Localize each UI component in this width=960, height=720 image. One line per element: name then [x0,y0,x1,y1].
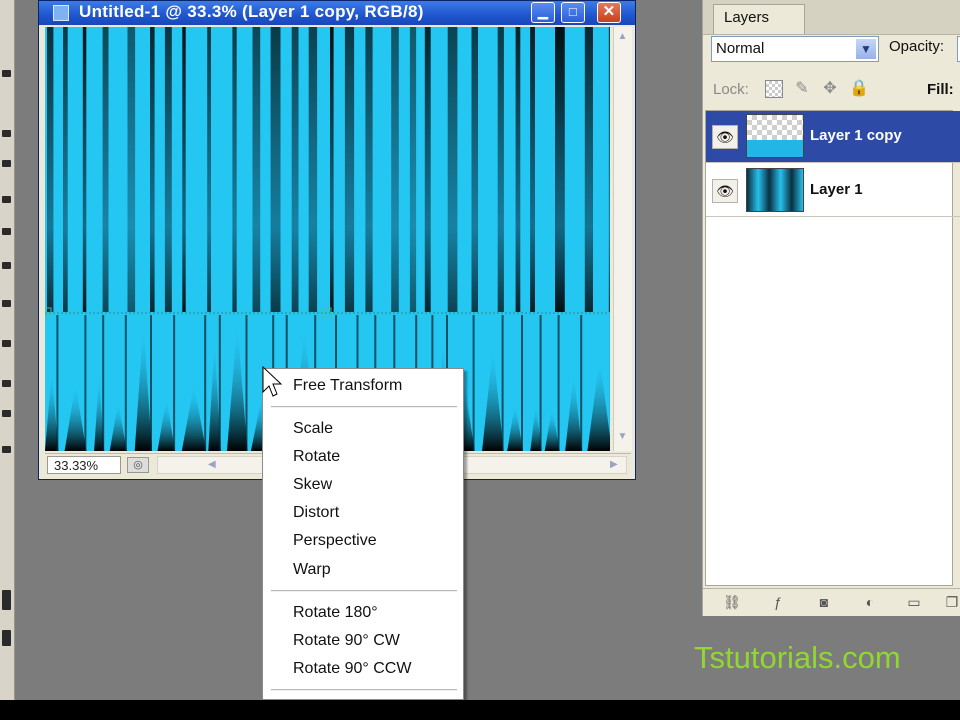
tool-icon[interactable] [2,228,11,235]
tool-icon[interactable] [2,262,11,269]
layers-tabstrip: Layers [703,0,960,35]
lock-paint-icon[interactable]: ✎ [793,80,811,98]
lock-label: Lock: [713,81,749,98]
layer-style-icon[interactable]: ƒ [767,593,789,611]
scroll-right-icon[interactable]: ▶ [610,459,618,470]
maximize-button[interactable]: □ [561,2,585,23]
document-icon [53,5,69,21]
new-layer-icon[interactable]: ❐ [941,593,960,611]
fill-label: Fill: [927,81,954,98]
document-title: Untitled-1 @ 33.3% (Layer 1 copy, RGB/8) [79,2,424,21]
tool-icon[interactable] [2,446,11,453]
layer-name: Layer 1 [810,181,863,198]
lock-row: Lock: ✎ ✥ 🔒 Fill: [703,72,960,106]
tool-icon[interactable] [2,630,11,646]
blend-mode-select[interactable]: Normal ▼ [711,36,879,62]
layers-footer: ⛓ ƒ ◙ ◐ ▭ ❐ [703,588,960,615]
close-button[interactable]: ✕ [597,2,621,23]
scroll-down-icon[interactable]: ▼ [617,431,628,442]
menu-item-scale[interactable]: Scale [265,417,461,441]
menu-item-warp[interactable]: Warp [265,558,461,582]
zoom-field[interactable]: 33.33% [47,456,121,474]
layers-list: 👁 Layer 1 copy 👁 Layer 1 [705,110,960,586]
tool-icon[interactable] [2,130,11,137]
scroll-left-icon[interactable]: ◀ [208,459,216,470]
layer-row-layer-1[interactable]: 👁 Layer 1 [706,165,960,217]
eye-icon[interactable]: 👁 [712,179,738,203]
chevron-down-icon[interactable]: ▼ [855,38,877,60]
menu-item-free-transform[interactable]: Free Transform [265,374,461,398]
blend-mode-value: Normal [716,40,765,57]
layer-thumbnail [746,168,804,212]
lock-move-icon[interactable]: ✥ [821,80,839,98]
vertical-scrollbar[interactable]: ▲ ▼ [613,27,632,451]
tool-icon[interactable] [2,340,11,347]
link-layers-icon[interactable]: ⛓ [721,593,743,611]
adjustment-layer-icon[interactable]: ◐ [859,593,881,611]
lock-all-icon[interactable]: 🔒 [849,80,869,98]
menu-item-perspective[interactable]: Perspective [265,529,461,553]
menu-separator [271,406,457,408]
document-titlebar[interactable]: Untitled-1 @ 33.3% (Layer 1 copy, RGB/8)… [39,1,635,25]
status-menu-icon[interactable]: ◎ [127,457,149,473]
tool-icon[interactable] [2,160,11,167]
tool-icon[interactable] [2,196,11,203]
menu-item-skew[interactable]: Skew [265,473,461,497]
lock-transparent-icon[interactable] [765,80,783,98]
tab-layers[interactable]: Layers [713,4,805,34]
menu-item-rotate-180[interactable]: Rotate 180° [265,601,461,625]
menu-separator [271,590,457,592]
opacity-label: Opacity: [889,38,945,55]
menu-item-distort[interactable]: Distort [265,501,461,525]
toolbox-strip [0,0,15,700]
menu-item-rotate[interactable]: Rotate [265,445,461,469]
tool-icon[interactable] [2,380,11,387]
menu-item-rotate-90-ccw[interactable]: Rotate 90° CCW [265,657,461,681]
layer-name: Layer 1 copy [810,127,902,144]
tool-icon[interactable] [2,300,11,307]
tool-icon[interactable] [2,410,11,417]
tool-icon[interactable] [2,70,11,77]
eye-icon[interactable]: 👁 [712,125,738,149]
layers-panel: Layers Normal ▼ Opacity: Lock: ✎ ✥ 🔒 Fil… [702,0,960,616]
menu-separator [271,689,457,691]
group-icon[interactable]: ▭ [903,593,925,611]
minimize-button[interactable]: ▁ [531,2,555,23]
layer-thumbnail [746,114,804,158]
bottom-black-bar [0,700,960,720]
mouse-pointer-icon [262,366,282,397]
menu-item-rotate-90-cw[interactable]: Rotate 90° CW [265,629,461,653]
layer-mask-icon[interactable]: ◙ [813,593,835,611]
watermark-text: Tstutorials.com [694,640,901,675]
scroll-up-icon[interactable]: ▲ [617,31,628,42]
layer-row-layer-1-copy[interactable]: 👁 Layer 1 copy [706,111,960,163]
tool-icon[interactable] [2,590,11,610]
transform-context-menu: Free Transform Scale Rotate Skew Distort… [262,368,464,700]
